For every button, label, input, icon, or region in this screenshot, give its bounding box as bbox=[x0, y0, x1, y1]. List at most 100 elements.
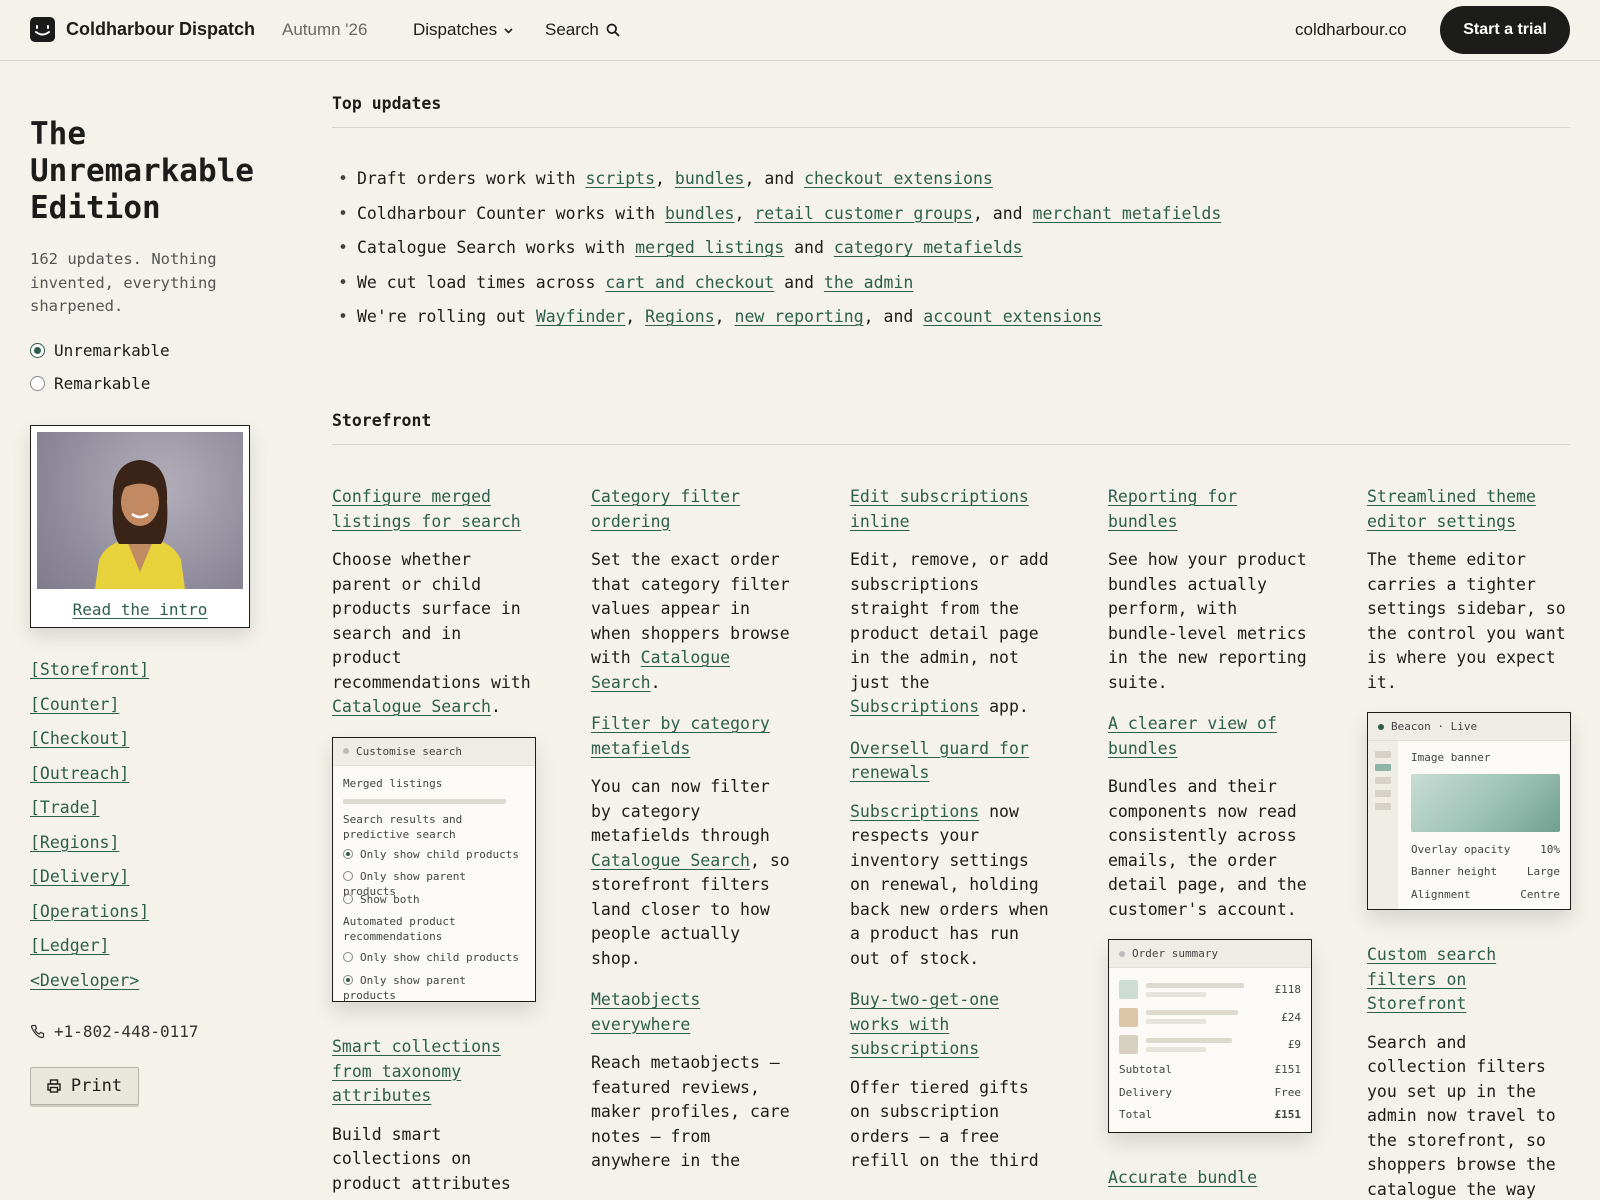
summary-value: £151 bbox=[1274, 1108, 1302, 1122]
option-unremarkable[interactable]: Unremarkable bbox=[30, 341, 170, 360]
update-item: Coldharbour Counter works with bundles , … bbox=[338, 202, 1221, 237]
mock-body: £118 £24 £9 Subtotal £151 Delivery Free Total £1… bbox=[1109, 968, 1311, 1132]
inline-link[interactable]: cart and checkout bbox=[605, 273, 774, 292]
brand-name[interactable]: Coldharbour Dispatch bbox=[66, 19, 255, 40]
feature-title-link[interactable]: Accurate bundle bbox=[1108, 1166, 1316, 1191]
feature-title-link[interactable]: Metaobjects everywhere bbox=[591, 988, 799, 1037]
inline-link[interactable]: merged listings bbox=[635, 238, 784, 257]
print-button[interactable]: Print bbox=[30, 1067, 139, 1105]
section-link-ledger[interactable]: [Ledger] bbox=[30, 934, 149, 969]
rail-item-icon[interactable] bbox=[1375, 790, 1391, 797]
feature-column: Configure merged listings for search Choo… bbox=[332, 485, 540, 1200]
option-row[interactable]: Only show child products bbox=[343, 950, 525, 973]
setting-row[interactable]: Alignment Centre bbox=[1411, 883, 1560, 906]
feature-description: Search and collection filters you set up… bbox=[1367, 1031, 1575, 1200]
inline-link[interactable]: account extensions bbox=[923, 307, 1102, 326]
radio-unselected-icon[interactable] bbox=[30, 376, 45, 391]
inline-link[interactable]: Regions bbox=[645, 307, 715, 326]
update-item: Catalogue Search works with merged listi… bbox=[338, 236, 1221, 271]
section-link-outreach[interactable]: [Outreach] bbox=[30, 762, 149, 797]
feature-description: Set the exact order that category filter… bbox=[591, 548, 799, 695]
text-run: , and bbox=[863, 307, 924, 326]
feature-title-link[interactable]: Edit subscriptions inline bbox=[850, 485, 1058, 534]
radio-icon[interactable] bbox=[343, 952, 353, 962]
inline-link[interactable]: category metafields bbox=[834, 238, 1023, 257]
feature-description: You can now filter by category metafield… bbox=[591, 775, 799, 971]
rail-item-icon[interactable] bbox=[1375, 777, 1391, 784]
rail-item-icon[interactable] bbox=[1375, 803, 1391, 810]
line-bars bbox=[1146, 1010, 1238, 1025]
order-line: £118 bbox=[1119, 976, 1301, 1004]
placeholder-bar bbox=[1146, 1037, 1232, 1043]
option-label: Only show child products bbox=[360, 847, 519, 861]
section-link-checkout[interactable]: [Checkout] bbox=[30, 727, 149, 762]
feature-title-link[interactable]: Buy-two-get-one works with subscriptions bbox=[850, 988, 1058, 1062]
radio-icon[interactable] bbox=[343, 871, 353, 881]
dispatches-menu[interactable]: Dispatches bbox=[413, 20, 514, 40]
inline-link[interactable]: retail customer groups bbox=[754, 204, 973, 223]
rail-item-icon[interactable] bbox=[1375, 751, 1391, 758]
feature-title-link[interactable]: Filter by category metafields bbox=[591, 712, 799, 761]
read-intro-link[interactable]: Read the intro bbox=[31, 600, 249, 619]
inline-link[interactable]: bundles bbox=[665, 204, 735, 223]
inline-link[interactable]: Subscriptions bbox=[850, 802, 979, 821]
start-trial-button[interactable]: Start a trial bbox=[1440, 6, 1570, 54]
print-label: Print bbox=[70, 1076, 123, 1096]
logo-icon[interactable] bbox=[30, 17, 55, 42]
option-row[interactable]: Show both bbox=[343, 892, 525, 915]
section-link-operations[interactable]: [Operations] bbox=[30, 900, 149, 935]
section-link-developer[interactable]: <Developer> bbox=[30, 969, 149, 1004]
feature-title-link[interactable]: Custom search filters on Storefront bbox=[1367, 943, 1575, 1017]
option-remarkable[interactable]: Remarkable bbox=[30, 374, 150, 393]
edition-subtitle: 162 updates. Nothing invented, everythin… bbox=[30, 250, 217, 315]
search-button[interactable]: Search bbox=[545, 20, 620, 40]
inline-link[interactable]: Catalogue Search bbox=[591, 851, 750, 870]
theme-editor-mock: Beacon · Live Image banner Overlay opacity… bbox=[1367, 712, 1571, 910]
feature-title-link[interactable]: Smart collections from taxonomy attribut… bbox=[332, 1035, 540, 1109]
feature-title-link[interactable]: A clearer view of bundles bbox=[1108, 712, 1316, 761]
radio-selected-icon[interactable] bbox=[30, 343, 45, 358]
text-run: Offer tiered gifts on subscription order… bbox=[850, 1077, 1039, 1171]
option-row[interactable]: Only show parent products bbox=[343, 869, 525, 898]
rail-item-icon[interactable] bbox=[1375, 764, 1391, 771]
feature-title-link[interactable]: Streamlined theme editor settings bbox=[1367, 485, 1575, 534]
inline-link[interactable]: new reporting bbox=[735, 307, 864, 326]
text-run: Choose whether parent or child products … bbox=[332, 550, 531, 692]
feature-description: Build smart collections on product attri… bbox=[332, 1123, 540, 1197]
section-link-trade[interactable]: [Trade] bbox=[30, 796, 149, 831]
setting-row[interactable]: Banner height Large bbox=[1411, 861, 1560, 884]
radio-icon[interactable] bbox=[343, 974, 353, 985]
section-link-delivery[interactable]: [Delivery] bbox=[30, 865, 149, 900]
placeholder-bar bbox=[1146, 1046, 1206, 1052]
mock-title: Customise search bbox=[356, 744, 462, 758]
feature-title-link[interactable]: Oversell guard for renewals bbox=[850, 737, 1058, 786]
intro-card: Read the intro bbox=[30, 425, 250, 628]
section-link-storefront[interactable]: [Storefront] bbox=[30, 658, 149, 693]
feature-title-link[interactable]: Configure merged listings for search bbox=[332, 485, 540, 534]
site-link[interactable]: coldharbour.co bbox=[1295, 20, 1407, 40]
inline-link[interactable]: bundles bbox=[675, 169, 745, 188]
inline-link[interactable]: the admin bbox=[824, 273, 913, 292]
inline-link[interactable]: scripts bbox=[585, 169, 655, 188]
inline-link[interactable]: Catalogue Search bbox=[332, 697, 491, 716]
inline-link[interactable]: Subscriptions bbox=[850, 697, 979, 716]
setting-row[interactable]: Overlay opacity 10% bbox=[1411, 838, 1560, 861]
option-row[interactable]: Only show child products bbox=[343, 847, 525, 870]
summary-row: Delivery Free bbox=[1119, 1081, 1301, 1104]
inline-link[interactable]: merchant metafields bbox=[1033, 204, 1222, 223]
line-bars bbox=[1146, 1037, 1232, 1052]
feature-description: The theme editor carries a tighter setti… bbox=[1367, 548, 1575, 695]
feature-title-link[interactable]: Reporting for bundles bbox=[1108, 485, 1316, 534]
text-run: Draft orders work with bbox=[357, 169, 586, 188]
section-link-regions[interactable]: [Regions] bbox=[30, 831, 149, 866]
inline-link[interactable]: checkout extensions bbox=[804, 169, 993, 188]
feature-column: Reporting for bundles See how your produc… bbox=[1108, 485, 1316, 1200]
inline-link[interactable]: Wayfinder bbox=[536, 307, 625, 326]
phone-contact[interactable]: +1-802-448-0117 bbox=[30, 1022, 199, 1041]
radio-icon[interactable] bbox=[343, 893, 353, 904]
phone-icon bbox=[30, 1024, 45, 1039]
option-row[interactable]: Only show parent products bbox=[343, 973, 525, 1002]
section-link-counter[interactable]: [Counter] bbox=[30, 693, 149, 728]
radio-icon[interactable] bbox=[343, 848, 353, 859]
feature-title-link[interactable]: Category filter ordering bbox=[591, 485, 799, 534]
